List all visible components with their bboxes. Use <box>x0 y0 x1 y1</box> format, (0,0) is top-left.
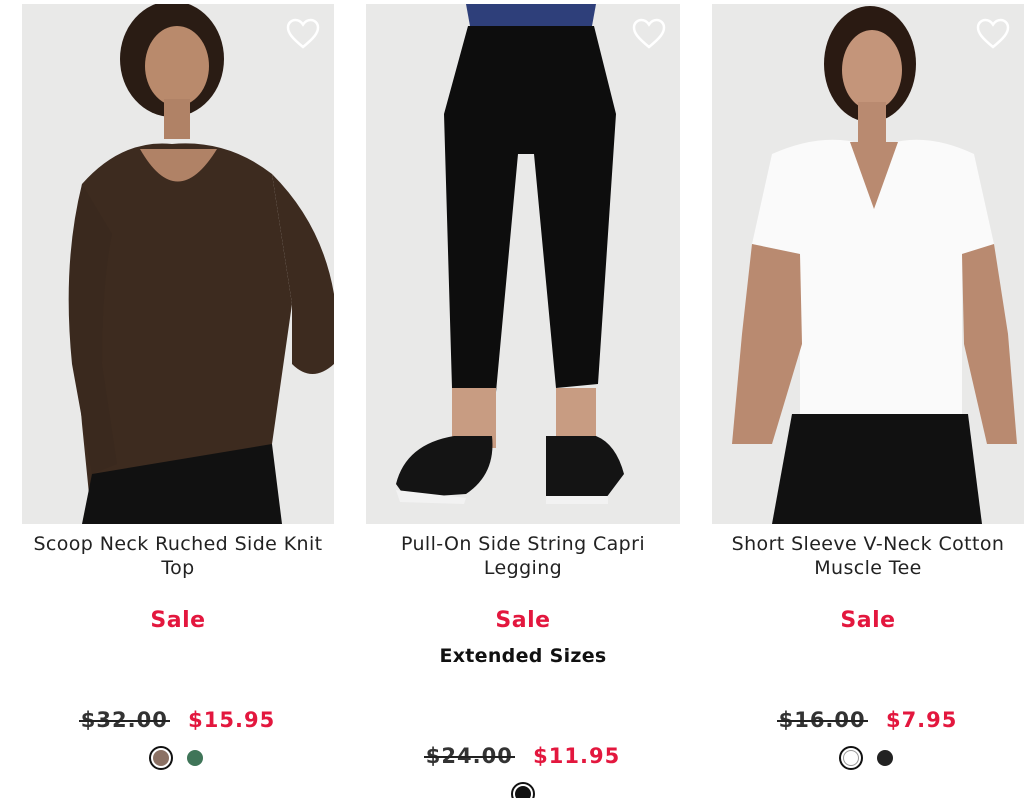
product-image[interactable] <box>712 4 1024 524</box>
product-name[interactable]: Pull-On Side String Capri Legging <box>366 532 680 580</box>
color-swatch[interactable] <box>149 746 173 770</box>
price-row: $24.00 $11.95 <box>366 744 680 768</box>
price-row: $32.00 $15.95 <box>22 708 334 732</box>
favorite-heart-icon[interactable] <box>286 18 320 50</box>
original-price: $24.00 <box>425 744 513 768</box>
price-row: $16.00 $7.95 <box>712 708 1024 732</box>
product-card[interactable]: Scoop Neck Ruched Side Knit Top Sale $32… <box>22 4 334 770</box>
original-price: $16.00 <box>778 708 866 732</box>
extended-sizes-label: Extended Sizes <box>439 645 607 667</box>
sale-price: $7.95 <box>885 708 958 732</box>
sale-badge: Sale <box>840 608 896 633</box>
color-swatch[interactable] <box>183 746 207 770</box>
favorite-heart-icon[interactable] <box>976 18 1010 50</box>
sale-price: $15.95 <box>188 708 276 732</box>
product-image[interactable] <box>366 4 680 524</box>
product-image[interactable] <box>22 4 334 524</box>
color-swatch[interactable] <box>511 782 535 798</box>
product-name[interactable]: Scoop Neck Ruched Side Knit Top <box>22 532 334 580</box>
color-swatch[interactable] <box>839 746 863 770</box>
product-card[interactable]: Short Sleeve V-Neck Cotton Muscle Tee Sa… <box>712 4 1024 770</box>
color-swatches <box>22 746 334 770</box>
original-price: $32.00 <box>80 708 168 732</box>
color-swatch[interactable] <box>873 746 897 770</box>
product-name[interactable]: Short Sleeve V-Neck Cotton Muscle Tee <box>712 532 1024 580</box>
color-swatches <box>712 746 1024 770</box>
sale-badge: Sale <box>495 608 551 633</box>
color-swatches <box>366 782 680 798</box>
favorite-heart-icon[interactable] <box>632 18 666 50</box>
sale-price: $11.95 <box>533 744 621 768</box>
product-card[interactable]: Pull-On Side String Capri Legging Sale E… <box>366 4 680 798</box>
sale-badge: Sale <box>150 608 206 633</box>
